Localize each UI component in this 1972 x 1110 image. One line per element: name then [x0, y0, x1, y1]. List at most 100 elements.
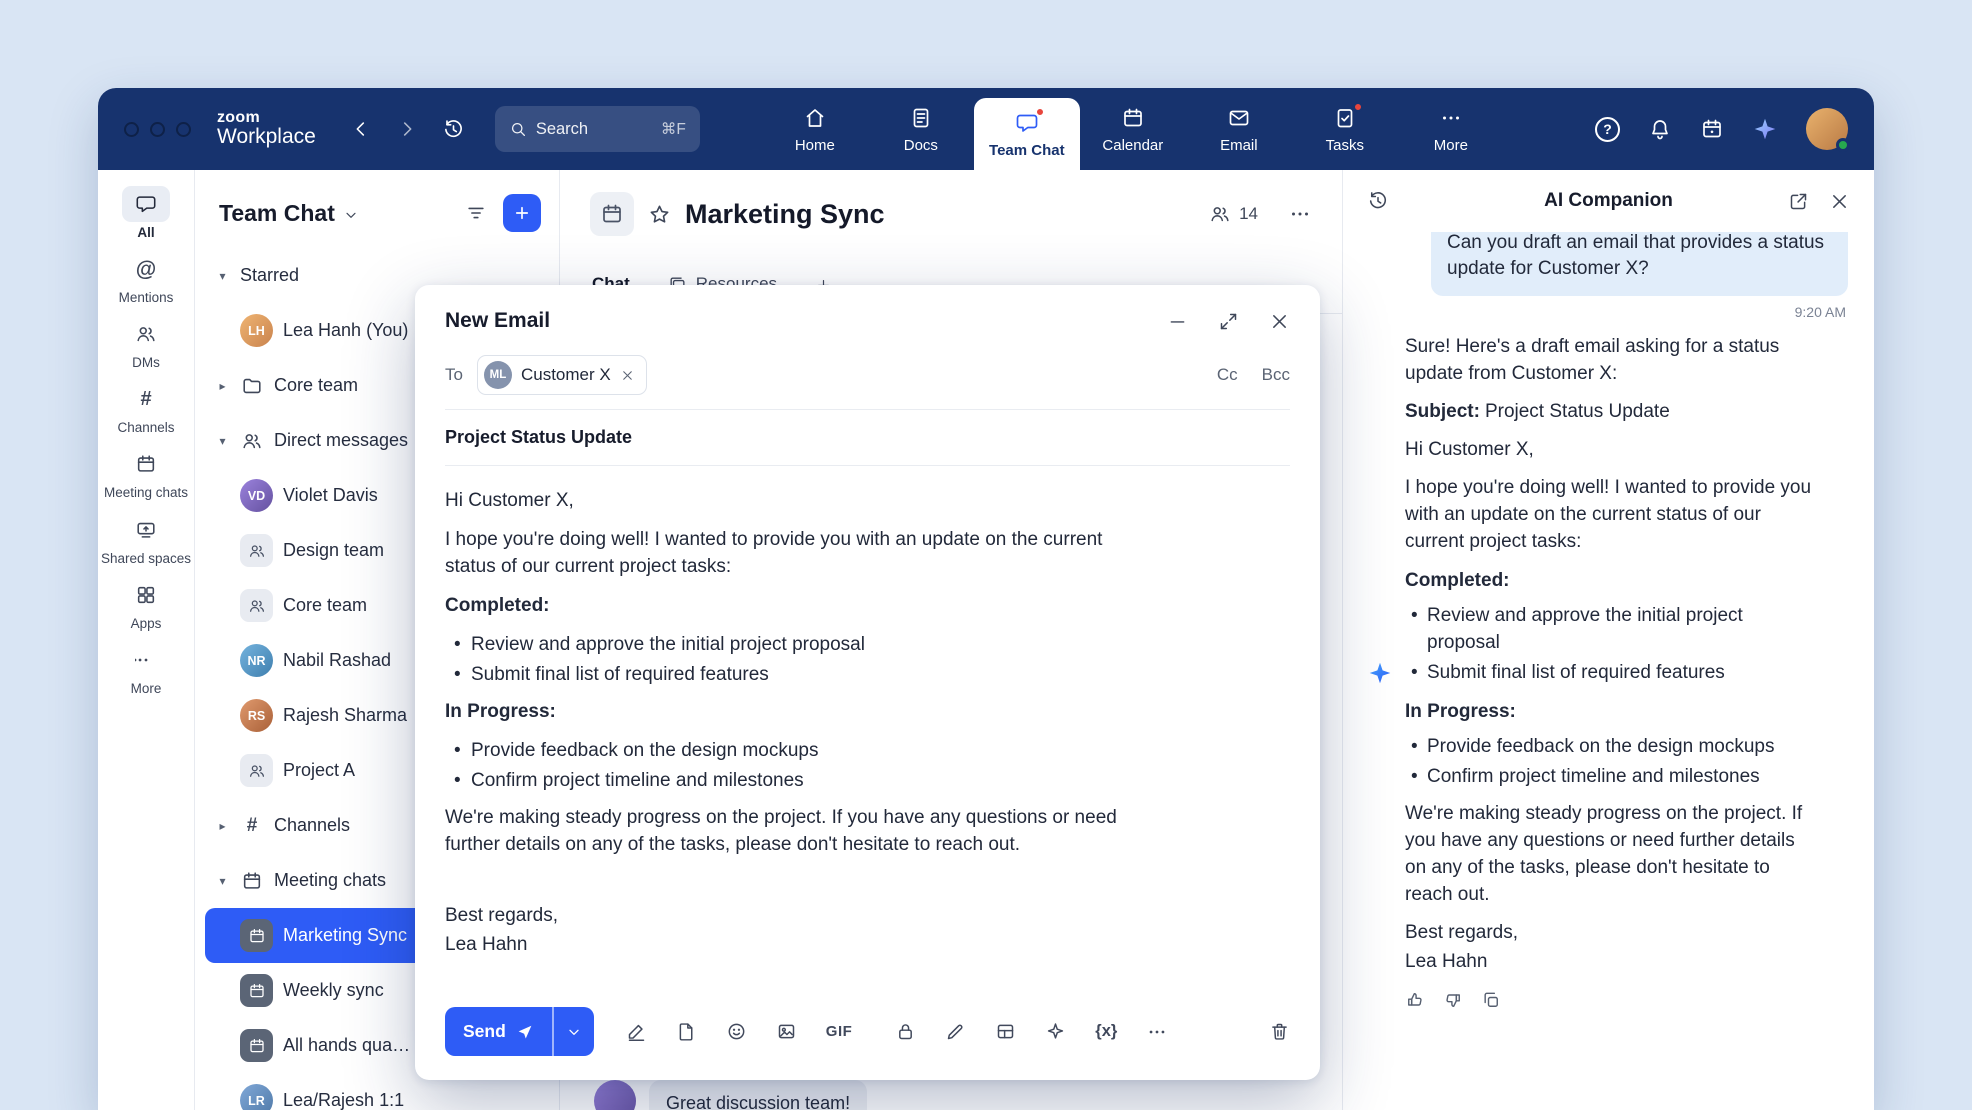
- notifications-bell-icon[interactable]: [1648, 117, 1672, 141]
- ai-conversation[interactable]: Can you draft an email that provides a s…: [1343, 232, 1874, 1110]
- ai-compose-icon[interactable]: [1045, 1021, 1066, 1042]
- star-icon[interactable]: [648, 203, 671, 226]
- email-intro: I hope you're doing well! I wanted to pr…: [1405, 475, 1817, 556]
- code-snippet-icon[interactable]: {x}: [1095, 1022, 1117, 1041]
- email-closing: We're making steady progress on the proj…: [445, 805, 1135, 859]
- nav-calendar[interactable]: Calendar: [1080, 88, 1186, 170]
- email-closing: We're making steady progress on the proj…: [1405, 801, 1817, 909]
- chevron-down-icon[interactable]: ▾: [215, 874, 230, 888]
- thumbs-down-icon[interactable]: [1443, 990, 1463, 1010]
- email-body-editor[interactable]: Hi Customer X, I hope you're doing well!…: [415, 466, 1320, 991]
- cc-button[interactable]: Cc: [1217, 365, 1238, 385]
- email-section-label: Completed:: [445, 593, 1135, 620]
- subject-field[interactable]: Project Status Update: [415, 410, 1320, 465]
- sidebar-title[interactable]: Team Chat: [219, 200, 335, 227]
- rail-label: Channels: [117, 420, 174, 435]
- recipient-chip[interactable]: ML Customer X: [477, 355, 647, 395]
- notification-dot: [1035, 107, 1045, 117]
- calendar-date-icon[interactable]: [1700, 117, 1724, 141]
- dms-people-icon: [122, 316, 170, 352]
- nav-label: Docs: [904, 137, 938, 154]
- rail-label: Shared spaces: [101, 551, 191, 566]
- history-icon[interactable]: [1367, 190, 1389, 212]
- team-avatar-icon: [240, 754, 273, 787]
- remove-recipient-icon[interactable]: [620, 368, 635, 383]
- window-zoom-button[interactable]: [176, 122, 191, 137]
- email-section-label: In Progress:: [445, 699, 1135, 726]
- nav-tasks[interactable]: Tasks: [1292, 88, 1398, 170]
- image-icon[interactable]: [776, 1021, 797, 1042]
- signature-icon[interactable]: [626, 1021, 647, 1042]
- docs-icon: [909, 105, 933, 131]
- filter-icon[interactable]: [465, 202, 487, 224]
- minimize-icon[interactable]: [1167, 311, 1188, 332]
- more-icon: [122, 642, 170, 678]
- more-options-icon[interactable]: [1146, 1021, 1168, 1043]
- copy-icon[interactable]: [1481, 990, 1501, 1010]
- close-icon[interactable]: [1269, 311, 1290, 332]
- expand-icon[interactable]: [1218, 311, 1239, 332]
- window-minimize-button[interactable]: [150, 122, 165, 137]
- rail-item-more[interactable]: More: [100, 640, 192, 698]
- back-icon[interactable]: [350, 118, 372, 140]
- nav-docs[interactable]: Docs: [868, 88, 974, 170]
- history-icon[interactable]: [442, 118, 465, 141]
- more-options-icon[interactable]: [1288, 202, 1312, 226]
- add-chat-button[interactable]: [503, 194, 541, 232]
- calendar-icon: [240, 870, 264, 892]
- send-options-caret[interactable]: [552, 1007, 594, 1056]
- encryption-lock-icon[interactable]: [895, 1021, 916, 1042]
- list-item: Confirm project timeline and milestones: [1405, 764, 1817, 791]
- nav-label: More: [1434, 137, 1468, 154]
- ai-companion-icon[interactable]: [1752, 116, 1778, 142]
- avatar: VD: [240, 479, 273, 512]
- chevron-down-icon[interactable]: [343, 207, 359, 223]
- rail-item-channels[interactable]: # Channels: [100, 379, 192, 437]
- nav-home[interactable]: Home: [762, 88, 868, 170]
- thumbs-up-icon[interactable]: [1405, 990, 1425, 1010]
- help-icon[interactable]: ?: [1595, 117, 1620, 142]
- nav-team-chat[interactable]: Team Chat: [974, 98, 1080, 170]
- send-button[interactable]: Send: [445, 1007, 552, 1056]
- completed-list: Review and approve the initial project p…: [1405, 603, 1817, 687]
- nav-email[interactable]: Email: [1186, 88, 1292, 170]
- close-icon[interactable]: [1829, 191, 1850, 212]
- email-signature: Lea Hahn: [1405, 949, 1817, 976]
- rail-item-dms[interactable]: DMs: [100, 314, 192, 372]
- delete-draft-icon[interactable]: [1269, 1021, 1290, 1042]
- open-in-new-icon[interactable]: [1788, 191, 1809, 212]
- chevron-down-icon[interactable]: ▾: [215, 434, 230, 448]
- emoji-icon[interactable]: [726, 1021, 747, 1042]
- chevron-right-icon[interactable]: ▸: [215, 819, 230, 833]
- avatar: RS: [240, 699, 273, 732]
- window-close-button[interactable]: [124, 122, 139, 137]
- rail-item-all[interactable]: All: [100, 184, 192, 242]
- rail-item-meeting-chats[interactable]: Meeting chats: [100, 444, 192, 502]
- chevron-down-icon[interactable]: ▾: [215, 269, 230, 283]
- user-avatar[interactable]: [1806, 108, 1848, 150]
- nav-more[interactable]: More: [1398, 88, 1504, 170]
- new-email-modal: New Email To ML Customer X Cc Bcc: [415, 285, 1320, 1080]
- forward-icon[interactable]: [396, 118, 418, 140]
- bcc-button[interactable]: Bcc: [1262, 365, 1290, 385]
- edit-pencil-icon[interactable]: [945, 1021, 966, 1042]
- history-controls: [350, 118, 465, 141]
- attach-file-icon[interactable]: [676, 1021, 697, 1042]
- chevron-right-icon[interactable]: ▸: [215, 379, 230, 393]
- rail-label: DMs: [132, 355, 160, 370]
- recipient-field[interactable]: To ML Customer X Cc Bcc: [415, 347, 1320, 409]
- to-label: To: [445, 365, 463, 385]
- modal-title: New Email: [445, 309, 550, 333]
- search-input[interactable]: Search ⌘F: [495, 106, 700, 152]
- ai-intro: Sure! Here's a draft email asking for a …: [1405, 334, 1817, 388]
- gif-icon[interactable]: GIF: [826, 1023, 853, 1040]
- rail-item-shared-spaces[interactable]: Shared spaces: [100, 510, 192, 568]
- members-button[interactable]: 14: [1209, 203, 1258, 225]
- rail-item-apps[interactable]: Apps: [100, 575, 192, 633]
- team-avatar-icon: [240, 589, 273, 622]
- ai-subject-line: Subject:Project Status Update: [1405, 399, 1817, 426]
- ai-panel-header: AI Companion: [1343, 170, 1874, 232]
- rail-item-mentions[interactable]: @ Mentions: [100, 249, 192, 307]
- layout-template-icon[interactable]: [995, 1021, 1016, 1042]
- channels-hash-icon: #: [122, 381, 170, 417]
